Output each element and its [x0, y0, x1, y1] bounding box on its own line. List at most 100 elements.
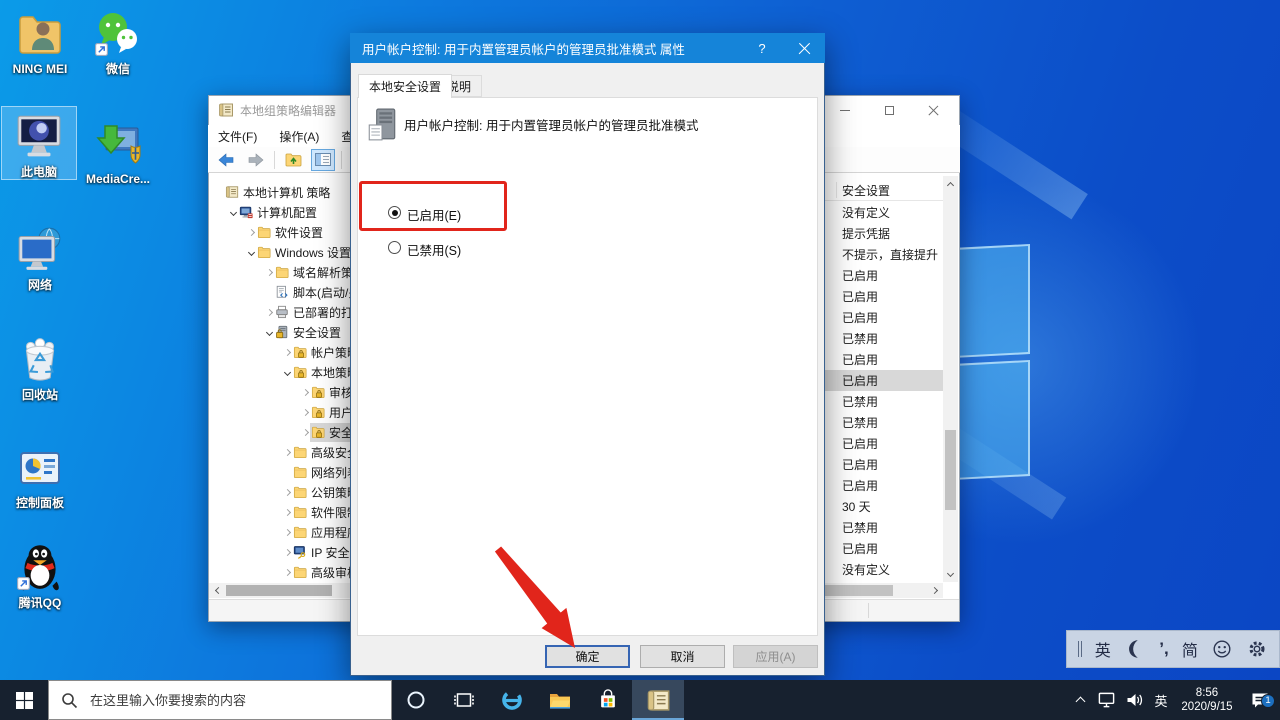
chevron-right-icon[interactable] [282, 350, 292, 355]
network-status-icon[interactable] [1092, 680, 1120, 720]
taskbar-search-box[interactable] [48, 680, 392, 720]
chevron-right-icon[interactable] [282, 530, 292, 535]
tray-expand-button[interactable] [1068, 680, 1092, 720]
desktop-icon-control-panel[interactable]: 控制面板 [2, 440, 78, 510]
dialog-close-button[interactable] [783, 33, 825, 63]
gpedit-taskbar-button[interactable] [632, 680, 684, 720]
ime-mode-indicator[interactable]: 英 [1095, 637, 1111, 661]
chevron-right-icon[interactable] [264, 270, 274, 275]
desktop-icon-tencent-qq[interactable]: 腾讯QQ [2, 536, 78, 610]
scroll-down-button[interactable] [943, 567, 958, 582]
chevron-right-icon[interactable] [300, 390, 310, 395]
minimize-button[interactable] [826, 96, 864, 124]
tab-local-security-setting[interactable]: 本地安全设置 [358, 74, 452, 98]
chevron-right-icon[interactable] [300, 410, 310, 415]
desktop-icon-label: MediaCre... [86, 172, 150, 186]
chevron-right-icon[interactable] [282, 490, 292, 495]
edge-browser-button[interactable] [488, 680, 536, 720]
chevron-right-icon[interactable] [282, 450, 292, 455]
chevron-right-icon[interactable] [246, 230, 256, 235]
desktop-icon-label: 腾讯QQ [19, 596, 62, 610]
desktop-icon-this-pc[interactable]: 此电脑 [1, 106, 77, 180]
chevron-down-icon[interactable] [246, 250, 256, 255]
policy-server-icon [368, 108, 396, 142]
folder-icon [293, 505, 307, 519]
desktop-icon-wechat[interactable]: 微信 [80, 6, 156, 76]
maximize-button[interactable] [870, 96, 908, 124]
chevron-right-icon[interactable] [264, 310, 274, 315]
desktop-icon-media-creation-tool[interactable]: MediaCre... [80, 116, 156, 186]
dialog-titlebar[interactable]: 用户帐户控制: 用于内置管理员帐户的管理员批准模式 属性 ? [350, 33, 825, 63]
forward-button[interactable] [244, 149, 268, 171]
printer-icon [275, 305, 289, 319]
ime-language-bar[interactable]: 英 ’, 简 [1066, 630, 1280, 668]
vertical-scrollbar[interactable] [943, 176, 958, 582]
desktop-icon-recycle-bin[interactable]: 回收站 [2, 330, 78, 402]
minimize-icon [840, 110, 850, 111]
menu-file[interactable]: 文件(F) [218, 128, 257, 145]
volume-icon[interactable] [1120, 680, 1148, 720]
gpedit-app-icon [646, 688, 671, 713]
menu-action[interactable]: 操作(A) [279, 128, 319, 145]
dialog-help-button[interactable]: ? [741, 33, 783, 63]
search-icon [61, 692, 78, 709]
ethernet-icon [1097, 691, 1116, 709]
start-button[interactable] [0, 680, 48, 720]
folder-lock-icon [311, 425, 325, 439]
chevron-right-icon[interactable] [300, 430, 310, 435]
radio-disabled-label[interactable]: 已禁用(S) [407, 240, 461, 259]
emoji-smiley-icon[interactable] [1211, 638, 1233, 660]
desktop-icon-label: 网络 [28, 278, 52, 292]
back-arrow-icon [218, 153, 234, 167]
gear-icon[interactable] [1246, 638, 1268, 660]
close-button[interactable] [914, 96, 952, 124]
chevron-right-icon[interactable] [282, 570, 292, 575]
charset-indicator[interactable]: 简 [1182, 637, 1198, 661]
control-panel-icon [14, 444, 66, 492]
desktop-icon-network[interactable]: 网络 [2, 220, 78, 292]
folder-icon [293, 525, 307, 539]
desktop-icon-ning-mei[interactable]: NING MEI [2, 6, 78, 76]
scroll-up-button[interactable] [943, 176, 958, 191]
clock[interactable]: 8:56 2020/9/15 [1174, 680, 1240, 720]
cancel-button[interactable]: 取消 [640, 645, 725, 668]
language-bar-handle[interactable] [1078, 641, 1082, 657]
folder-icon [293, 485, 307, 499]
back-button[interactable] [214, 149, 238, 171]
cortana-button[interactable] [392, 680, 440, 720]
scroll-right-button[interactable] [928, 583, 943, 598]
punctuation-mode-icon[interactable]: ’, [1159, 639, 1168, 659]
action-center-icon: 1 [1250, 691, 1270, 710]
speaker-icon [1125, 691, 1144, 709]
folder-lock-icon [293, 365, 307, 379]
apply-button[interactable]: 应用(A) [733, 645, 818, 668]
folder-icon [257, 245, 271, 259]
microsoft-store-button[interactable] [584, 680, 632, 720]
forward-arrow-icon [248, 153, 264, 167]
chevron-right-icon[interactable] [282, 510, 292, 515]
action-center-button[interactable]: 1 [1240, 680, 1280, 720]
scroll-left-button[interactable] [209, 583, 224, 598]
scrollbar-thumb[interactable] [945, 430, 956, 510]
this-pc-icon [13, 111, 65, 161]
ime-indicator[interactable]: 英 [1148, 680, 1174, 720]
desktop-icon-label: 回收站 [22, 388, 58, 402]
up-one-level-button[interactable] [281, 149, 305, 171]
search-input[interactable] [88, 692, 358, 709]
desktop-icon-label: 此电脑 [21, 165, 57, 179]
file-explorer-button[interactable] [536, 680, 584, 720]
chevron-down-icon[interactable] [264, 330, 274, 335]
ip-security-icon [293, 545, 307, 559]
scrollbar-thumb[interactable] [226, 585, 332, 596]
console-tree-toggle-button[interactable] [311, 149, 335, 171]
help-icon: ? [758, 41, 765, 56]
radio-disabled[interactable] [388, 241, 401, 254]
full-half-moon-icon[interactable] [1124, 638, 1146, 660]
user-folder-icon [15, 10, 65, 58]
task-view-button[interactable] [440, 680, 488, 720]
annotation-red-arrow [460, 525, 610, 675]
gpedit-window-title: 本地组策略编辑器 [240, 102, 336, 119]
chevron-right-icon[interactable] [282, 550, 292, 555]
chevron-down-icon[interactable] [282, 370, 292, 375]
chevron-down-icon[interactable] [228, 210, 238, 215]
